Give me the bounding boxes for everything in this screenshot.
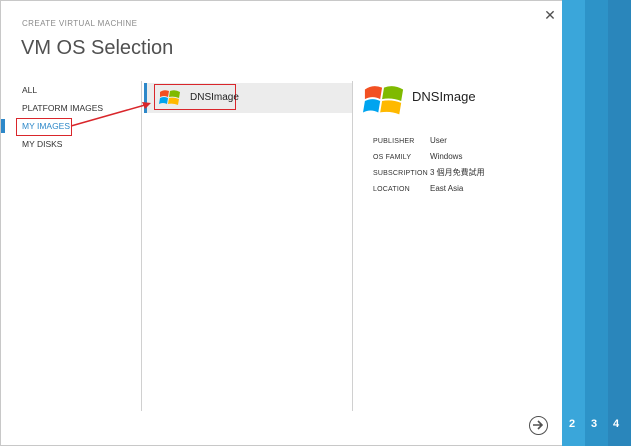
- arrow-right-icon: [533, 420, 544, 430]
- page-title: VM OS Selection: [21, 37, 174, 59]
- windows-logo-icon: [159, 90, 180, 105]
- image-list: DNSImage: [142, 81, 352, 411]
- property-value: User: [430, 136, 447, 145]
- property-row: OS FAMILY Windows: [373, 149, 485, 165]
- detail-image-name: DNSImage: [412, 89, 476, 104]
- property-key: PUBLISHER: [373, 138, 415, 145]
- list-item-label: DNSImage: [190, 92, 239, 103]
- nav-item-label: MY DISKS: [22, 139, 63, 149]
- create-vm-dialog: CREATE VIRTUAL MACHINE VM OS Selection ✕…: [0, 0, 631, 446]
- nav-item-platform-images[interactable]: PLATFORM IMAGES: [1, 99, 141, 117]
- active-indicator: [1, 119, 5, 133]
- step-2[interactable]: 2: [569, 418, 575, 430]
- step-column: [562, 0, 585, 446]
- property-key: SUBSCRIPTION: [373, 170, 428, 177]
- windows-logo-icon: [363, 86, 404, 115]
- property-key: LOCATION: [373, 186, 410, 193]
- nav-item-all[interactable]: ALL: [1, 81, 141, 99]
- nav-item-my-disks[interactable]: MY DISKS: [1, 135, 141, 153]
- step-column: [608, 0, 631, 446]
- property-key: OS FAMILY: [373, 154, 412, 161]
- column-divider: [352, 81, 353, 411]
- nav-item-label: PLATFORM IMAGES: [22, 103, 104, 113]
- wizard-subtitle: CREATE VIRTUAL MACHINE: [22, 19, 138, 28]
- property-row: LOCATION East Asia: [373, 181, 485, 197]
- wizard-steps: 2 3 4: [562, 0, 631, 446]
- step-column: [585, 0, 608, 446]
- property-value: East Asia: [430, 184, 464, 193]
- next-button[interactable]: [529, 416, 548, 435]
- detail-properties: PUBLISHER User OS FAMILY Windows SUBSCRIPT…: [373, 133, 485, 197]
- property-value: Windows: [430, 152, 463, 161]
- property-value: 3 個月免費試用: [430, 168, 485, 177]
- close-icon: ✕: [544, 7, 556, 23]
- list-item-dnsimage[interactable]: DNSImage: [144, 83, 352, 113]
- step-4[interactable]: 4: [613, 418, 619, 430]
- nav-item-label: ALL: [22, 85, 38, 95]
- property-row: SUBSCRIPTION 3 個月免費試用: [373, 165, 485, 181]
- step-3[interactable]: 3: [591, 418, 597, 430]
- annotation-highlight-box: [16, 118, 72, 136]
- close-button[interactable]: ✕: [542, 7, 558, 23]
- property-row: PUBLISHER User: [373, 133, 485, 149]
- image-category-nav: ALL PLATFORM IMAGES MY IMAGES MY DISKS: [1, 81, 141, 153]
